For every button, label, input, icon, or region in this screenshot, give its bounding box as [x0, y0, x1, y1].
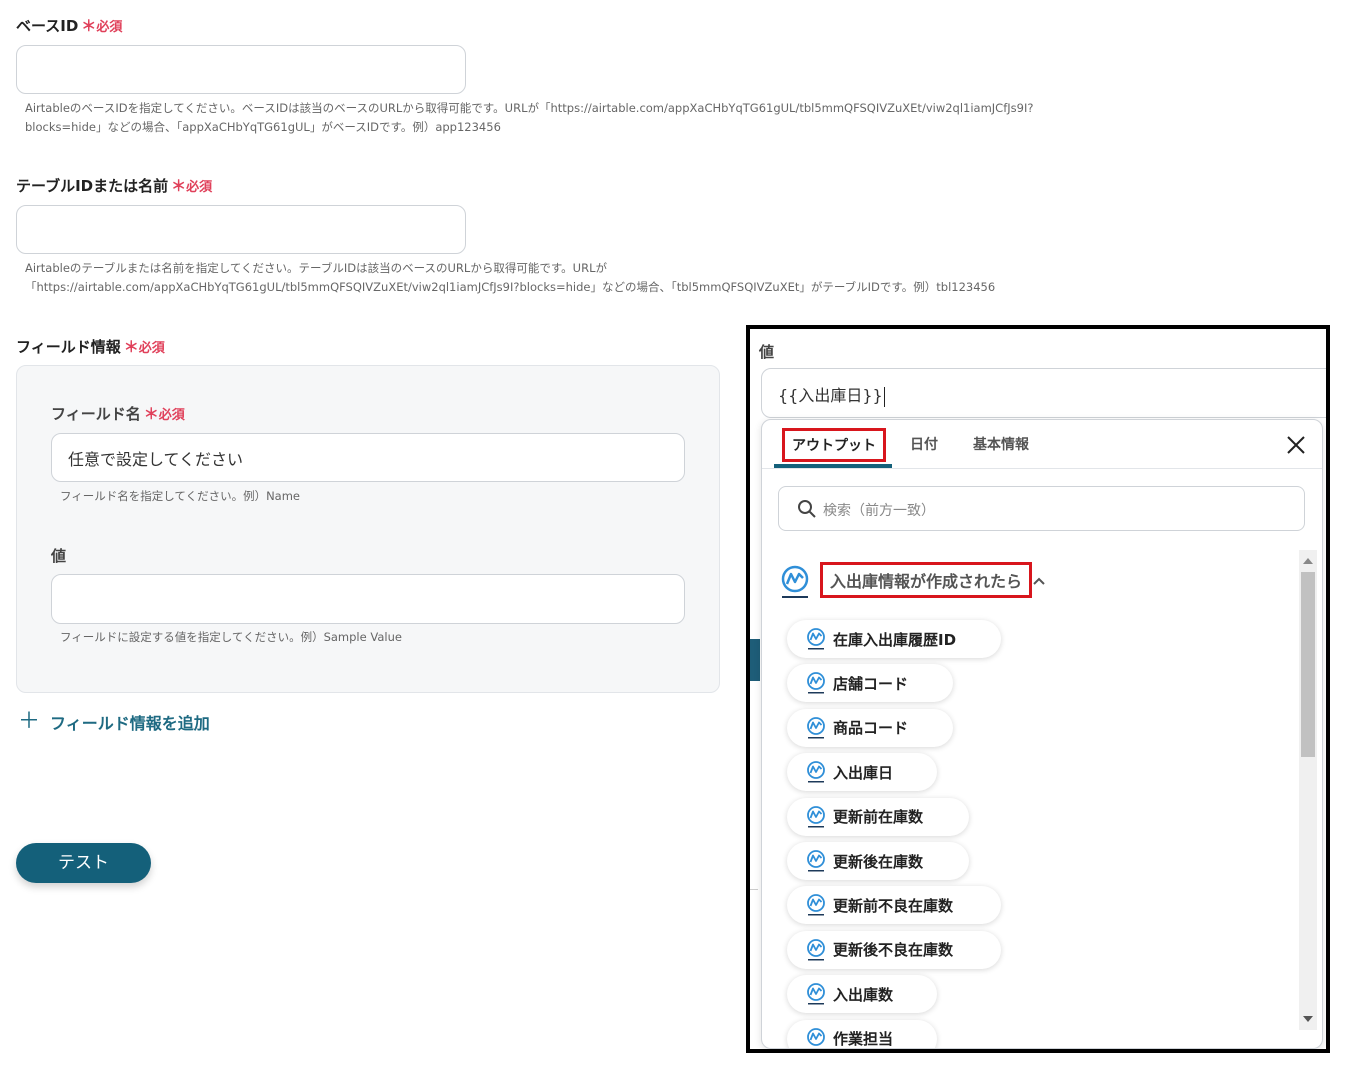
tab-date[interactable]: 日付	[910, 434, 938, 454]
output-item[interactable]: 入出庫数	[787, 975, 937, 1014]
next-engine-logo	[807, 894, 825, 916]
output-item[interactable]: 更新後不良在庫数	[787, 930, 1001, 969]
required-badge: 必須	[96, 20, 123, 35]
close-icon[interactable]	[1285, 434, 1307, 456]
output-item[interactable]: 更新後在庫数	[787, 842, 969, 880]
scroll-up-arrow[interactable]	[1303, 558, 1313, 564]
next-engine-logo	[807, 983, 825, 1005]
tab-basic-info[interactable]: 基本情報	[973, 434, 1029, 454]
group-title-highlighted[interactable]: 入出庫情報が作成されたら	[820, 562, 1033, 598]
tab-output[interactable]: アウトプット	[782, 428, 886, 462]
output-item[interactable]: 入出庫日	[787, 753, 937, 792]
next-engine-logo	[807, 850, 825, 872]
required-badge: 必須	[138, 341, 165, 356]
field-name-input[interactable]: 任意で設定してください	[51, 433, 685, 482]
next-engine-logo	[807, 628, 825, 650]
tabs-divider	[762, 468, 1322, 469]
field-info-card: フィールド名 ＊必須 任意で設定してください フィールド名を指定してください。例）…	[16, 365, 720, 693]
search-input[interactable]: 検索（前方一致）	[778, 486, 1305, 531]
output-item[interactable]: 更新前不良在庫数	[787, 886, 1001, 925]
field-name-label: フィールド名 ＊必須	[51, 405, 185, 423]
table-id-help: Airtableのテーブルまたは名前を指定してください。テーブルIDは該当のベー…	[25, 261, 996, 294]
background-strip	[750, 639, 760, 681]
table-id-input[interactable]	[16, 205, 466, 254]
base-id-input[interactable]	[16, 45, 466, 94]
output-item-label: 在庫入出庫履歴ID	[833, 630, 957, 649]
output-item-label: 入出庫数	[833, 985, 894, 1004]
output-item-label: 更新前在庫数	[833, 808, 924, 827]
scroll-thumb[interactable]	[1301, 572, 1315, 757]
required-badge: 必須	[186, 180, 213, 195]
field-value-input[interactable]	[51, 574, 685, 624]
next-engine-logo	[807, 716, 825, 739]
output-item-label: 入出庫日	[833, 763, 894, 782]
next-engine-logo	[807, 805, 825, 828]
required-badge: 必須	[158, 408, 185, 423]
search-icon	[798, 500, 816, 518]
output-item[interactable]: 作業担当	[787, 1019, 937, 1049]
required-asterisk: ＊	[81, 17, 97, 35]
next-engine-logo	[807, 672, 825, 694]
output-item-label: 作業担当	[833, 1030, 894, 1049]
required-asterisk: ＊	[171, 177, 187, 195]
output-item-label: 店舗コード	[833, 674, 909, 693]
output-item-label: 更新後在庫数	[833, 852, 924, 871]
field-name-help: フィールド名を指定してください。例）Name	[60, 489, 301, 503]
scrollbar[interactable]	[1299, 550, 1317, 1030]
variable-picker-panel: 値 {{入出庫日}} アウトプット 日付 基本情報 検索（前方一致） 入出庫情報…	[746, 325, 1330, 1053]
plus-icon: ＋	[18, 709, 41, 734]
output-item-label: 更新後不良在庫数	[833, 941, 954, 960]
background-divider	[750, 889, 758, 890]
output-item[interactable]: 店舗コード	[787, 664, 953, 703]
output-item[interactable]: 在庫入出庫履歴ID	[787, 620, 1001, 658]
next-engine-logo	[781, 565, 809, 598]
text-caret	[883, 386, 885, 407]
field-value-help: フィールドに設定する値を指定してください。例）Sample Value	[60, 630, 402, 644]
add-field-button[interactable]: ＋ フィールド情報を追加	[18, 710, 210, 734]
scroll-down-arrow[interactable]	[1303, 1016, 1313, 1022]
test-button[interactable]: テスト	[16, 843, 151, 883]
field-info-label: フィールド情報 ＊必須	[16, 338, 165, 356]
base-id-help: AirtableのベースIDを指定してください。ベースIDは該当のベースのURL…	[25, 101, 1034, 134]
next-engine-logo	[807, 938, 825, 961]
table-id-label: テーブルIDまたは名前 ＊必須	[16, 177, 213, 195]
output-item[interactable]: 更新前在庫数	[787, 797, 969, 836]
value-input[interactable]: {{入出庫日}}	[761, 368, 1326, 418]
field-value-label: 値	[51, 547, 67, 565]
variable-dropdown: アウトプット 日付 基本情報 検索（前方一致） 入出庫情報が作成されたら 在庫入…	[761, 419, 1323, 1049]
next-engine-logo	[807, 1027, 825, 1048]
output-item-label: 商品コード	[833, 719, 909, 738]
chevron-up-icon[interactable]	[1032, 576, 1046, 586]
required-asterisk: ＊	[123, 338, 139, 356]
required-asterisk: ＊	[143, 405, 159, 423]
output-item[interactable]: 商品コード	[787, 708, 953, 747]
next-engine-logo	[807, 761, 825, 783]
value-label: 値	[759, 343, 775, 361]
output-item-label: 更新前不良在庫数	[833, 896, 954, 915]
base-id-label: ベースID ＊必須	[16, 17, 123, 35]
